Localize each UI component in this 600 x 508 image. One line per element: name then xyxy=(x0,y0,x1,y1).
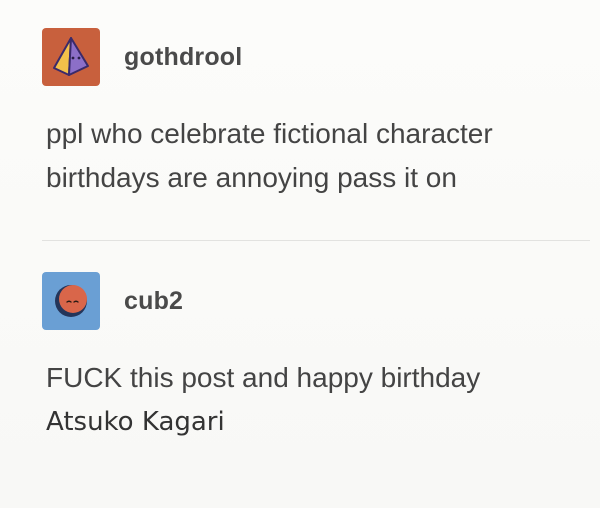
username[interactable]: cub2 xyxy=(124,287,183,316)
post-body: FUCK this post and happy birthday Atsuko… xyxy=(46,356,590,444)
post-text-line: Atsuko Kagari xyxy=(46,407,225,437)
divider xyxy=(42,240,590,241)
pyramid-icon xyxy=(53,37,89,76)
post-body: ppl who celebrate fictional character bi… xyxy=(46,112,590,200)
post-header: gothdrool xyxy=(42,28,590,86)
username[interactable]: gothdrool xyxy=(124,43,242,72)
post-header: cub2 xyxy=(42,272,590,330)
post-text-line: birthdays are annoying pass it on xyxy=(46,162,457,193)
moon-face-icon xyxy=(55,285,87,317)
post: cub2 FUCK this post and happy birthday A… xyxy=(42,272,590,444)
avatar[interactable] xyxy=(42,272,100,330)
post-text-line: ppl who celebrate fictional character xyxy=(46,118,493,149)
avatar[interactable] xyxy=(42,28,100,86)
page: gothdrool ppl who celebrate fictional ch… xyxy=(0,0,600,508)
post: gothdrool ppl who celebrate fictional ch… xyxy=(42,28,590,200)
post-text-line: FUCK this post and happy birthday xyxy=(46,362,481,393)
